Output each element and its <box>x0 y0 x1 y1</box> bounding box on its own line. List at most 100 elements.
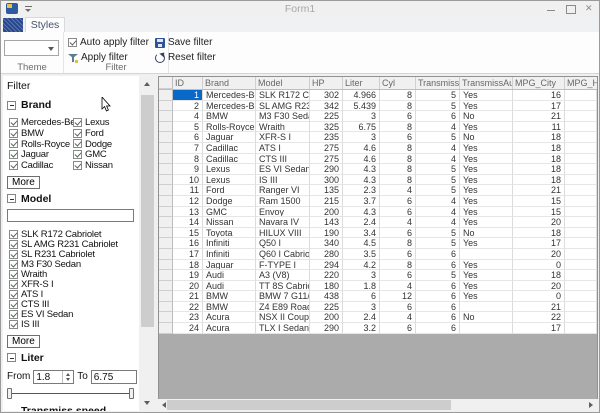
grid-cell[interactable]: Cadillac <box>203 154 256 165</box>
grid-cell[interactable]: 4.5 <box>343 238 380 249</box>
grid-cell[interactable]: 18 <box>513 132 565 143</box>
brand-checkbox-bmw[interactable]: BMW <box>9 128 73 139</box>
grid-cell[interactable]: 4.6 <box>343 154 380 165</box>
row-header[interactable] <box>159 111 173 122</box>
grid-cell[interactable]: 4 <box>416 154 460 165</box>
filter-panel-vertical-scrollbar[interactable] <box>140 77 155 411</box>
grid-cell[interactable]: 4 <box>380 185 416 196</box>
tab-styles[interactable]: Styles <box>25 17 65 32</box>
grid-cell[interactable]: 4 <box>416 122 460 133</box>
row-header[interactable] <box>159 281 173 292</box>
grid-cell[interactable]: 8 <box>173 154 203 165</box>
grid-cell[interactable]: Audi <box>203 281 256 292</box>
grid-cell[interactable]: 4.3 <box>343 207 380 218</box>
grid-cell[interactable]: TLX I Sedan <box>256 323 310 334</box>
grid-cell[interactable]: Yes <box>460 143 513 154</box>
grid-cell[interactable]: Yes <box>460 90 513 101</box>
grid-cell[interactable]: 17 <box>513 238 565 249</box>
grid-cell[interactable]: Yes <box>460 122 513 133</box>
grid-cell[interactable]: 5 <box>416 90 460 101</box>
row-header[interactable] <box>159 291 173 302</box>
grid-cell[interactable]: 4.966 <box>343 90 380 101</box>
model-checkbox-cts-iii[interactable]: CTS III <box>9 300 137 310</box>
brand-checkbox-gmc[interactable]: GMC <box>73 149 133 160</box>
grid-cell[interactable]: 438 <box>310 291 343 302</box>
grid-cell[interactable]: A3 (V8) <box>256 270 310 281</box>
grid-cell[interactable]: 6.75 <box>343 122 380 133</box>
auto-apply-filter-checkbox[interactable]: Auto apply filter <box>68 37 149 48</box>
grid-cell[interactable]: 6 <box>380 228 416 239</box>
grid-cell[interactable]: Nissan <box>203 217 256 228</box>
row-header[interactable] <box>159 164 173 175</box>
scroll-up-icon[interactable] <box>140 77 155 92</box>
grid-cell[interactable]: Yes <box>460 101 513 112</box>
grid-cell[interactable]: 4 <box>380 312 416 323</box>
grid-cell[interactable]: Yes <box>460 291 513 302</box>
brand-checkbox-ford[interactable]: Ford <box>73 128 133 139</box>
model-checkbox-sl-amg-r231-cabriolet[interactable]: SL AMG R231 Cabriolet <box>9 239 137 249</box>
grid-cell[interactable]: SL AMG R231 Cabriolet <box>256 101 310 112</box>
grid-cell[interactable] <box>565 281 597 292</box>
column-header-liter[interactable]: Liter <box>343 77 380 89</box>
grid-cell[interactable]: 19 <box>173 270 203 281</box>
row-header-corner[interactable] <box>159 77 173 89</box>
grid-cell[interactable]: 0 <box>513 260 565 271</box>
grid-cell[interactable]: 20 <box>513 249 565 260</box>
grid-cell[interactable]: 2.4 <box>343 312 380 323</box>
slider-handle-min[interactable] <box>7 388 12 399</box>
brand-checkbox-jaguar[interactable]: Jaguar <box>9 149 73 160</box>
application-menu-button[interactable] <box>3 18 23 32</box>
grid-cell[interactable]: 2.4 <box>343 217 380 228</box>
grid-cell[interactable]: NSX II Coupe <box>256 312 310 323</box>
grid-cell[interactable]: 4 <box>416 207 460 218</box>
grid-cell[interactable]: 275 <box>310 143 343 154</box>
grid-cell[interactable]: Cadillac <box>203 143 256 154</box>
grid-cell[interactable]: ES VI Sedan <box>256 164 310 175</box>
grid-cell[interactable]: Yes <box>460 175 513 186</box>
grid-cell[interactable]: 21 <box>513 302 565 313</box>
grid-cell[interactable]: 8 <box>380 101 416 112</box>
grid-cell[interactable] <box>460 249 513 260</box>
grid-cell[interactable]: 4 <box>416 217 460 228</box>
grid-cell[interactable]: 22 <box>513 312 565 323</box>
column-header-mpg-highway[interactable]: MPG_Highway <box>565 77 598 89</box>
grid-cell[interactable]: 200 <box>310 312 343 323</box>
grid-cell[interactable]: 300 <box>310 175 343 186</box>
model-checkbox-xfr-s-i[interactable]: XFR-S I <box>9 279 137 289</box>
grid-cell[interactable] <box>565 143 597 154</box>
grid-cell[interactable]: 1 <box>173 90 203 101</box>
grid-cell[interactable]: Rolls-Royce <box>203 122 256 133</box>
grid-cell[interactable]: 16 <box>173 238 203 249</box>
grid-cell[interactable] <box>565 185 597 196</box>
grid-cell[interactable]: 200 <box>310 207 343 218</box>
grid-horizontal-scrollbar[interactable] <box>158 399 598 411</box>
grid-cell[interactable]: 5 <box>416 270 460 281</box>
grid-cell[interactable]: 6 <box>416 249 460 260</box>
grid-cell[interactable]: Infiniti <box>203 249 256 260</box>
grid-cell[interactable]: BMW <box>203 111 256 122</box>
grid-cell[interactable]: 0 <box>513 291 565 302</box>
grid-cell[interactable]: 6 <box>380 132 416 143</box>
grid-cell[interactable] <box>565 260 597 271</box>
row-header[interactable] <box>159 302 173 313</box>
grid-cell[interactable]: HILUX VIII <box>256 228 310 239</box>
grid-cell[interactable]: Lexus <box>203 175 256 186</box>
grid-cell[interactable]: 21 <box>173 291 203 302</box>
grid-cell[interactable]: 12 <box>173 196 203 207</box>
grid-cell[interactable] <box>565 122 597 133</box>
grid-cell[interactable]: Jaguar <box>203 132 256 143</box>
row-header[interactable] <box>159 260 173 271</box>
grid-cell[interactable]: Envoy <box>256 207 310 218</box>
grid-cell[interactable]: No <box>460 111 513 122</box>
row-header[interactable] <box>159 185 173 196</box>
brand-checkbox-lexus[interactable]: Lexus <box>73 117 133 128</box>
grid-cell[interactable]: 18 <box>513 143 565 154</box>
grid-cell[interactable]: IS III <box>256 175 310 186</box>
grid-cell[interactable]: 342 <box>310 101 343 112</box>
grid-cell[interactable]: BMW <box>203 302 256 313</box>
grid-cell[interactable]: XFR-S I <box>256 132 310 143</box>
grid-cell[interactable]: 7 <box>173 143 203 154</box>
grid-cell[interactable]: 225 <box>310 302 343 313</box>
grid-cell[interactable]: 4 <box>416 143 460 154</box>
row-header[interactable] <box>159 143 173 154</box>
